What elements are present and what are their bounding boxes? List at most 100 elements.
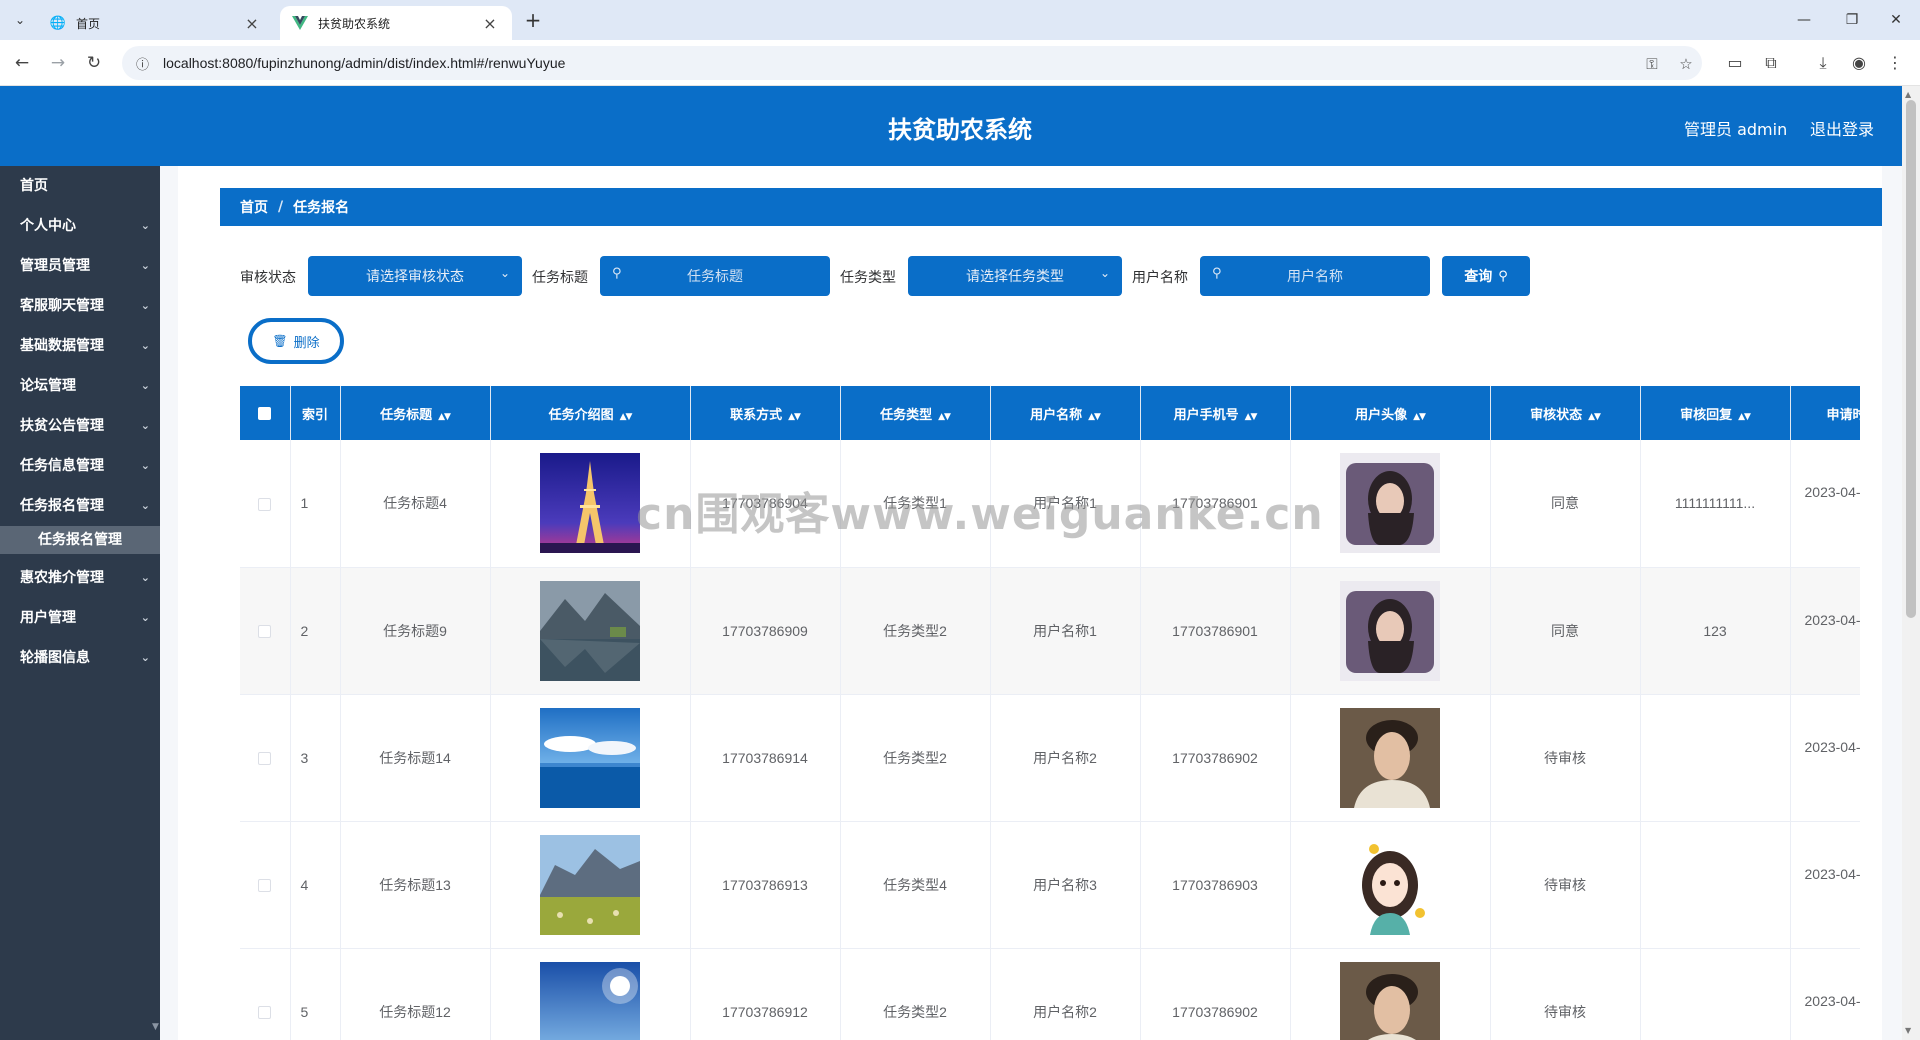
- sort-icon[interactable]: ▲▼: [620, 412, 633, 422]
- browser-tab-active[interactable]: 扶贫助农系统 ×: [280, 6, 512, 40]
- sidebar-item-personal[interactable]: 个人中心 ⌄: [0, 206, 160, 246]
- minimize-button[interactable]: —: [1784, 6, 1824, 34]
- sidebar-item-admins[interactable]: 管理员管理 ⌄: [0, 246, 160, 286]
- new-tab-button[interactable]: +: [520, 8, 546, 34]
- tab-search-button[interactable]: ⌄: [8, 8, 32, 32]
- profile-icon[interactable]: ◉: [1848, 52, 1870, 74]
- column-header[interactable]: 任务类型 ▲▼: [840, 386, 991, 440]
- menu-icon[interactable]: ⋮: [1884, 52, 1906, 74]
- sort-icon[interactable]: ▲▼: [1738, 412, 1751, 422]
- type-select-placeholder: 请选择任务类型: [966, 269, 1064, 285]
- row-checkbox[interactable]: [240, 821, 291, 949]
- sidebar-item-base-data[interactable]: 基础数据管理 ⌄: [0, 326, 160, 366]
- window-close-button[interactable]: ✕: [1876, 6, 1916, 34]
- column-header[interactable]: 审核回复 ▲▼: [1640, 386, 1791, 440]
- restore-button[interactable]: ❐: [1832, 6, 1872, 34]
- column-header[interactable]: 申请时: [1790, 386, 1860, 440]
- cell-avatar[interactable]: [1290, 694, 1491, 822]
- sort-icon[interactable]: ▲▼: [1088, 412, 1101, 422]
- key-icon[interactable]: ⚿: [1642, 54, 1662, 74]
- delete-button[interactable]: 🗑 删除: [248, 318, 344, 364]
- checkbox-icon: [258, 625, 272, 639]
- row-checkbox[interactable]: [240, 694, 291, 822]
- sidebar-scroll-down-icon[interactable]: ▼: [152, 1022, 159, 1032]
- column-header[interactable]: 任务标题 ▲▼: [340, 386, 491, 440]
- close-icon[interactable]: ×: [480, 14, 500, 33]
- address-bar[interactable]: ⓘ localhost:8080/fupinzhunong/admin/dist…: [122, 46, 1702, 80]
- sidebar-item-forum[interactable]: 论坛管理 ⌄: [0, 366, 160, 406]
- user-input-placeholder: 用户名称: [1287, 269, 1343, 285]
- sort-icon[interactable]: ▲▼: [938, 412, 951, 422]
- reload-button[interactable]: ↻: [80, 50, 108, 76]
- cell-image[interactable]: [490, 821, 691, 949]
- column-header-label: 用户名称: [1030, 407, 1083, 423]
- sidebar-item-chat[interactable]: 客服聊天管理 ⌄: [0, 286, 160, 326]
- sidebar-item-carousel[interactable]: 轮播图信息 ⌄: [0, 638, 160, 678]
- back-button[interactable]: ←: [8, 50, 36, 76]
- scroll-up-icon[interactable]: ▲: [1905, 90, 1911, 99]
- column-header[interactable]: 任务介绍图 ▲▼: [490, 386, 691, 440]
- row-checkbox[interactable]: [240, 440, 291, 568]
- close-icon[interactable]: ×: [242, 14, 262, 33]
- breadcrumb: 首页 / 任务报名: [220, 188, 1882, 226]
- cell-date-text: 1: [1805, 885, 1861, 907]
- sort-icon[interactable]: ▲▼: [1245, 412, 1258, 422]
- user-input[interactable]: ⚲ 用户名称: [1200, 256, 1430, 296]
- cell-index: 1: [290, 440, 341, 568]
- query-button[interactable]: 查询 ⚲: [1442, 256, 1530, 296]
- cell-status: 待审核: [1490, 694, 1641, 822]
- column-header-label: 审核状态: [1530, 407, 1583, 423]
- cell-image[interactable]: [490, 567, 691, 695]
- mountain-lake-image: [540, 580, 640, 681]
- sort-icon[interactable]: ▲▼: [788, 412, 801, 422]
- forward-button[interactable]: →: [44, 50, 72, 76]
- page-scrollbar-thumb[interactable]: [1906, 100, 1916, 618]
- sidebar-item-label: 扶贫公告管理: [20, 418, 104, 434]
- cell-contact: 17703786909: [690, 567, 841, 695]
- sidebar-item-users[interactable]: 用户管理 ⌄: [0, 598, 160, 638]
- table-row[interactable]: 2 任务标题9 17703786909 任务类型2 用户名称1 17703786…: [240, 567, 1860, 695]
- chevron-down-icon: ⌄: [140, 419, 150, 432]
- browser-tab-home[interactable]: 🌐 首页 ×: [38, 6, 274, 40]
- cell-date: 2023-04- 1: [1790, 694, 1860, 822]
- breadcrumb-home[interactable]: 首页: [240, 197, 268, 217]
- sidebar-item-tasks[interactable]: 任务信息管理 ⌄: [0, 446, 160, 486]
- status-select[interactable]: 请选择审核状态 ⌄: [308, 256, 522, 296]
- sort-icon[interactable]: ▲▼: [438, 412, 451, 422]
- table-row[interactable]: 5 任务标题12 17703786912 任务类型2 用户名称2 1770378…: [240, 948, 1860, 1040]
- site-info-icon[interactable]: ⓘ: [136, 54, 149, 73]
- cell-avatar[interactable]: [1290, 567, 1491, 695]
- column-header[interactable]: 审核状态 ▲▼: [1490, 386, 1641, 440]
- cell-image[interactable]: [490, 694, 691, 822]
- sidebar-subitem-task-signup[interactable]: 任务报名管理: [0, 526, 160, 554]
- column-header[interactable]: 用户头像 ▲▼: [1290, 386, 1491, 440]
- table-row[interactable]: 4 任务标题13 17703786913 任务类型4 用户名称3 1770378…: [240, 821, 1861, 949]
- sidebar-item-home[interactable]: 首页: [0, 166, 160, 206]
- cast-icon[interactable]: ▭: [1724, 52, 1746, 74]
- sidebar-item-recommend[interactable]: 惠农推介管理 ⌄: [0, 558, 160, 598]
- star-icon[interactable]: ☆: [1676, 54, 1696, 74]
- row-checkbox[interactable]: [240, 948, 291, 1040]
- tab-title: 扶贫助农系统: [318, 16, 391, 31]
- title-input[interactable]: ⚲ 任务标题: [600, 256, 830, 296]
- table-row[interactable]: 3 任务标题14 17703786914 任务类型2 用户名称2 1770378…: [240, 694, 1860, 822]
- sidebar-item-label: 客服聊天管理: [20, 298, 104, 314]
- column-header[interactable]: 联系方式 ▲▼: [690, 386, 841, 440]
- sort-icon[interactable]: ▲▼: [1413, 412, 1426, 422]
- extensions-icon[interactable]: ⧉: [1760, 52, 1782, 74]
- column-header[interactable]: 用户手机号 ▲▼: [1140, 386, 1291, 440]
- cell-image[interactable]: [490, 948, 691, 1040]
- sort-icon[interactable]: ▲▼: [1588, 412, 1601, 422]
- download-icon[interactable]: ⤓: [1812, 52, 1834, 74]
- select-all-checkbox[interactable]: [240, 386, 291, 440]
- type-select[interactable]: 请选择任务类型 ⌄: [908, 256, 1122, 296]
- cell-type: 任务类型4: [840, 821, 991, 949]
- row-checkbox[interactable]: [240, 567, 291, 695]
- sidebar-item-task-signup[interactable]: 任务报名管理 ⌄: [0, 486, 160, 526]
- sidebar-item-notices[interactable]: 扶贫公告管理 ⌄: [0, 406, 160, 446]
- column-header[interactable]: 用户名称 ▲▼: [990, 386, 1141, 440]
- scroll-down-icon[interactable]: ▼: [1905, 1026, 1911, 1035]
- cell-avatar[interactable]: [1290, 821, 1491, 949]
- cell-avatar[interactable]: [1290, 948, 1491, 1040]
- logout-link[interactable]: 退出登录: [1810, 116, 1874, 140]
